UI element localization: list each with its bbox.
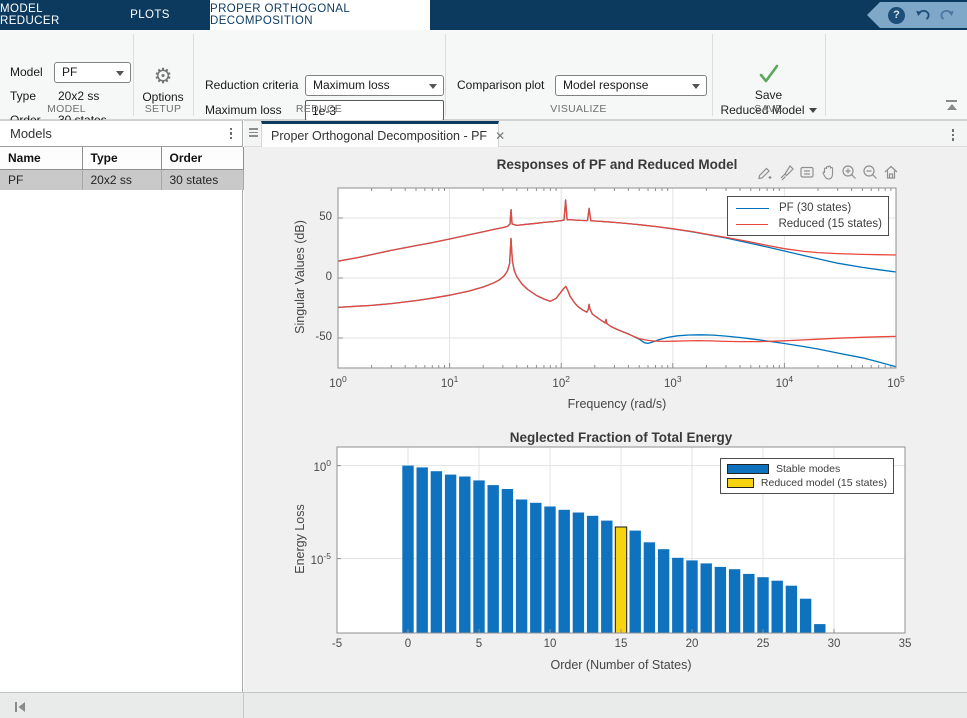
reduction-criteria-dropdown[interactable]: Maximum loss: [305, 75, 444, 96]
models-panel-titlebar: Models: [0, 121, 242, 147]
tick-label: 50: [282, 211, 332, 223]
document-tabbar-menu-icon[interactable]: [952, 129, 955, 141]
tab-plots[interactable]: PLOTS: [118, 0, 182, 30]
statusbar: [0, 692, 967, 718]
tick-label: 10: [544, 638, 557, 650]
legend-swatch-reduced: [727, 478, 754, 488]
legend-line-pf: [736, 208, 769, 209]
tick-label: 103: [664, 374, 682, 390]
document-tab-title: Proper Orthogonal Decomposition - PF: [271, 129, 487, 143]
response-legend[interactable]: PF (30 states) Reduced (15 states): [727, 196, 889, 236]
models-panel-menu-icon[interactable]: [230, 128, 233, 140]
tick-label: -50: [282, 331, 332, 343]
tick-label: 35: [899, 638, 912, 650]
models-col-order[interactable]: Order: [161, 147, 243, 170]
app-titlebar: MODEL REDUCER PLOTS PROPER ORTHOGONAL DE…: [0, 0, 967, 30]
pan-icon[interactable]: [818, 162, 837, 181]
help-icon[interactable]: ?: [888, 7, 905, 24]
legend-line-reduced: [736, 224, 768, 225]
zoom-in-icon[interactable]: [839, 162, 858, 181]
tick-label: 10-5: [271, 551, 331, 567]
section-label-setup: SETUP: [133, 103, 193, 115]
comparison-plot-dropdown[interactable]: Model response: [555, 75, 707, 96]
comparison-plot-label: Comparison plot: [457, 75, 544, 96]
section-label-reduce: REDUCE: [193, 103, 445, 115]
datatips-icon[interactable]: [797, 162, 816, 181]
tick-label: 15: [615, 638, 628, 650]
tick-label: 20: [686, 638, 699, 650]
dropdown-arrow-icon: [429, 84, 437, 89]
tick-label: 100: [271, 458, 331, 474]
quick-access-toolbar: ?: [867, 2, 967, 28]
document-tabbar: Proper Orthogonal Decomposition - PF ✕: [244, 120, 967, 147]
close-icon[interactable]: ✕: [495, 129, 505, 143]
tick-label: 0: [282, 271, 332, 283]
restore-view-icon[interactable]: [881, 162, 900, 181]
tick-label: 102: [552, 374, 570, 390]
energy-ylabel: Energy Loss: [293, 479, 307, 599]
figure-area: Responses of PF and Reduced Model Singul…: [244, 147, 967, 692]
drag-grip-icon[interactable]: [249, 128, 258, 137]
brush-icon[interactable]: [776, 162, 795, 181]
document-tab[interactable]: Proper Orthogonal Decomposition - PF ✕: [261, 121, 499, 148]
collapse-panel-icon[interactable]: [13, 701, 27, 713]
tick-label: 101: [441, 374, 459, 390]
undo-icon[interactable]: [913, 8, 931, 23]
save-reduced-model-button[interactable]: Save Reduced Model: [712, 62, 825, 126]
legend-swatch-stable: [727, 464, 769, 474]
tick-label: 25: [757, 638, 770, 650]
tick-label: 100: [329, 374, 347, 390]
section-label-save: SAVE: [712, 103, 825, 115]
collapse-ribbon-icon[interactable]: [945, 100, 958, 111]
models-panel: Models Name Type Order PF 20x2 ss 30 sta…: [0, 120, 243, 692]
dropdown-arrow-icon: [116, 71, 124, 76]
redo-icon[interactable]: [939, 8, 957, 23]
tab-proper-orthogonal-decomposition[interactable]: PROPER ORTHOGONAL DECOMPOSITION: [210, 0, 430, 30]
tick-label: 0: [405, 638, 411, 650]
response-xlabel: Frequency (rad/s): [338, 397, 896, 411]
table-row[interactable]: PF 20x2 ss 30 states: [0, 170, 243, 191]
zoom-out-icon[interactable]: [860, 162, 879, 181]
axes-toolbar: [755, 162, 900, 181]
green-check-icon: [757, 62, 781, 86]
models-table: Name Type Order PF 20x2 ss 30 states: [0, 147, 244, 190]
energy-chart-title: Neglected Fraction of Total Energy: [337, 430, 905, 445]
tick-label: 104: [776, 374, 794, 390]
models-panel-title: Models: [10, 126, 52, 141]
model-label: Model: [10, 62, 43, 83]
tick-label: -5: [332, 638, 342, 650]
dropdown-arrow-icon: [692, 84, 700, 89]
export-plot-icon[interactable]: [755, 162, 774, 181]
reduction-criteria-label: Reduction criteria: [205, 75, 298, 96]
energy-xlabel: Order (Number of States): [337, 658, 905, 672]
statusbar-divider: [243, 693, 244, 718]
gear-icon: ⚙: [154, 64, 173, 90]
section-label-visualize: VISUALIZE: [445, 103, 712, 115]
tab-model-reducer[interactable]: MODEL REDUCER: [0, 0, 102, 30]
ribbon: Model PF Type 20x2 ss Order 30 states MO…: [0, 30, 967, 120]
section-label-model: MODEL: [0, 103, 133, 115]
models-col-type[interactable]: Type: [82, 147, 161, 170]
ribbon-separator: [825, 34, 826, 116]
models-col-name[interactable]: Name: [0, 147, 82, 170]
tick-label: 105: [887, 374, 905, 390]
tick-label: 30: [828, 638, 841, 650]
energy-legend[interactable]: Stable modes Reduced model (15 states): [720, 458, 894, 494]
tick-label: 5: [476, 638, 482, 650]
model-dropdown[interactable]: PF: [54, 62, 131, 83]
